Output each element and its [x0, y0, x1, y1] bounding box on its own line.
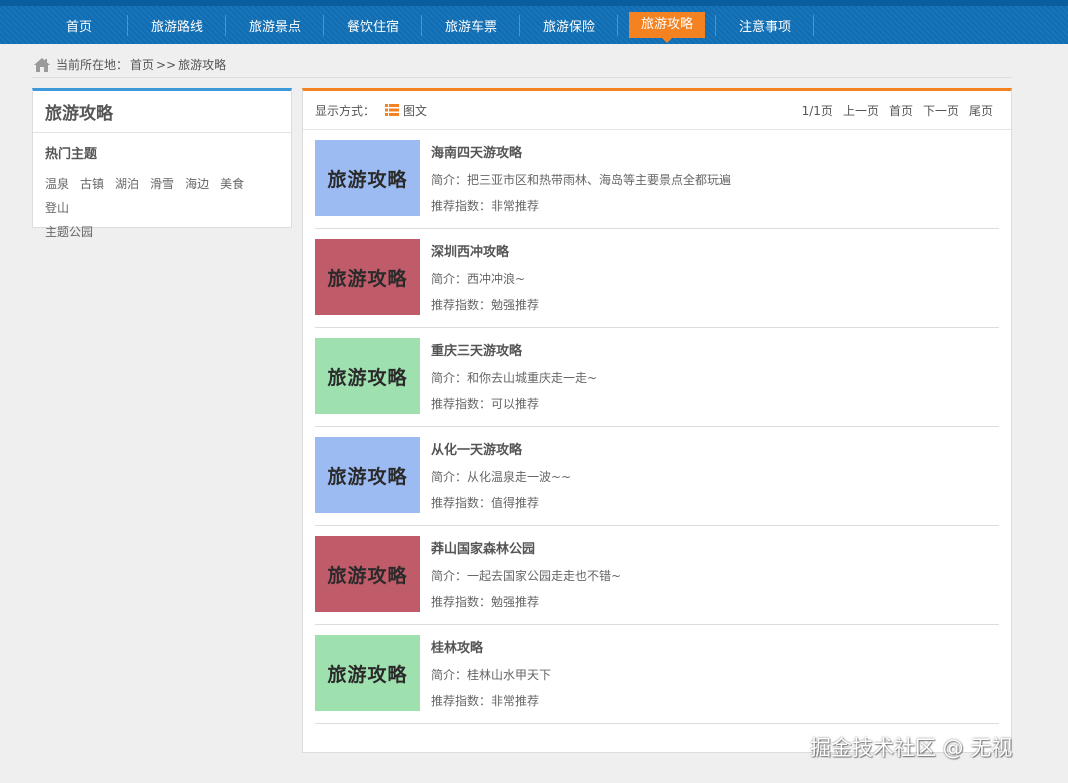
tag-skiing[interactable]: 滑雪: [150, 172, 174, 196]
topic-tags: 温泉 古镇 湖泊 滑雪 海边 美食登山 主题公园: [33, 162, 291, 244]
nav-item-attractions[interactable]: 旅游景点: [226, 6, 324, 44]
guide-thumbnail[interactable]: 旅游攻略: [315, 140, 420, 216]
guide-info: 重庆三天游攻略 简介：和你去山城重庆走一走~ 推荐指数：可以推荐: [431, 342, 597, 414]
list-item[interactable]: 旅游攻略 深圳西冲攻略 简介：西冲冲浪~ 推荐指数：勉强推荐: [315, 229, 999, 328]
nav-item-home[interactable]: 首页: [30, 6, 128, 44]
breadcrumb-separator: >>: [156, 57, 177, 72]
prev-page-link[interactable]: 上一页: [843, 102, 879, 119]
last-page-link[interactable]: 尾页: [969, 102, 993, 119]
nav-item-dining-lodging[interactable]: 餐饮住宿: [324, 6, 422, 44]
sidebar-title: 旅游攻略: [33, 91, 291, 133]
nav-item-label-active: 旅游攻略: [628, 12, 705, 43]
guide-thumbnail[interactable]: 旅游攻略: [315, 338, 420, 414]
guide-description: 简介：把三亚市区和热带雨林、海岛等主要景点全都玩遍: [431, 173, 732, 187]
guide-info: 莽山国家森林公园 简介：一起去国家公园走走也不错~ 推荐指数：勉强推荐: [431, 540, 621, 612]
tag-hot-spring[interactable]: 温泉: [45, 172, 69, 196]
list-view-icon[interactable]: [385, 104, 400, 116]
guide-title[interactable]: 重庆三天游攻略: [431, 342, 597, 362]
breadcrumb-current: 旅游攻略: [178, 58, 227, 72]
guide-title[interactable]: 莽山国家森林公园: [431, 540, 621, 560]
list-item[interactable]: 旅游攻略 莽山国家森林公园 简介：一起去国家公园走走也不错~ 推荐指数：勉强推荐: [315, 526, 999, 625]
nav-item-label: 旅游景点: [248, 19, 301, 35]
tag-food[interactable]: 美食: [220, 172, 244, 196]
guide-thumbnail[interactable]: 旅游攻略: [315, 635, 420, 711]
nav-item-label: 首页: [65, 19, 92, 35]
page-info: 1/1页: [801, 103, 833, 118]
first-page-link[interactable]: 首页: [889, 102, 913, 119]
nav-item-label: 注意事项: [738, 19, 791, 35]
nav-item-insurance[interactable]: 旅游保险: [520, 6, 618, 44]
list-toolbar: 显示方式： 图文 1/1页 上一页 首页 下一页 尾页: [303, 91, 1011, 130]
breadcrumb-home-link[interactable]: 首页: [130, 56, 154, 73]
guide-rating: 推荐指数：勉强推荐: [431, 298, 540, 312]
list-item[interactable]: 旅游攻略 海南四天游攻略 简介：把三亚市区和热带雨林、海岛等主要景点全都玩遍 推…: [315, 130, 999, 229]
nav-item-label: 餐饮住宿: [346, 19, 399, 35]
list-item[interactable]: 旅游攻略 桂林攻略 简介：桂林山水甲天下 推荐指数：非常推荐: [315, 625, 999, 724]
breadcrumb: 当前所在地： 首页 >> 旅游攻略: [32, 52, 1012, 78]
guide-rating: 推荐指数：非常推荐: [431, 199, 540, 213]
sidebar: 旅游攻略 热门主题 温泉 古镇 湖泊 滑雪 海边 美食登山 主题公园: [32, 88, 292, 239]
top-nav: 首页 旅游路线 旅游景点 餐饮住宿 旅游车票 旅游保险 旅游攻略 注意事项: [0, 0, 1068, 44]
guide-thumbnail[interactable]: 旅游攻略: [315, 437, 420, 513]
tag-hiking[interactable]: 登山: [45, 196, 69, 220]
display-mode: 显示方式： 图文: [315, 102, 427, 119]
guide-description: 简介：桂林山水甲天下: [431, 668, 552, 682]
tag-theme-park[interactable]: 主题公园: [45, 220, 93, 244]
guide-description: 简介：一起去国家公园走走也不错~: [431, 569, 622, 583]
display-mode-label: 显示方式：: [315, 103, 376, 118]
nav-item-guides[interactable]: 旅游攻略: [618, 6, 716, 44]
guide-info: 海南四天游攻略 简介：把三亚市区和热带雨林、海岛等主要景点全都玩遍 推荐指数：非…: [431, 144, 731, 216]
list-item[interactable]: 旅游攻略 重庆三天游攻略 简介：和你去山城重庆走一走~ 推荐指数：可以推荐: [315, 328, 999, 427]
guide-info: 从化一天游攻略 简介：从化温泉走一波~~ 推荐指数：值得推荐: [431, 441, 571, 513]
pager: 1/1页 上一页 首页 下一页 尾页: [802, 102, 993, 119]
list-item[interactable]: 旅游攻略 从化一天游攻略 简介：从化温泉走一波~~ 推荐指数：值得推荐: [315, 427, 999, 526]
guide-description: 简介：和你去山城重庆走一走~: [431, 371, 598, 385]
guide-title[interactable]: 海南四天游攻略: [431, 144, 731, 164]
guide-thumbnail[interactable]: 旅游攻略: [315, 536, 420, 612]
guide-rating: 推荐指数：非常推荐: [431, 694, 540, 708]
tag-seaside[interactable]: 海边: [185, 172, 209, 196]
nav-item-tickets[interactable]: 旅游车票: [422, 6, 520, 44]
guide-title[interactable]: 桂林攻略: [431, 639, 551, 659]
tag-lakes[interactable]: 湖泊: [115, 172, 139, 196]
guide-description: 简介：西冲冲浪~: [431, 272, 526, 286]
guide-info: 深圳西冲攻略 简介：西冲冲浪~ 推荐指数：勉强推荐: [431, 243, 539, 315]
next-page-link[interactable]: 下一页: [923, 102, 959, 119]
guide-info: 桂林攻略 简介：桂林山水甲天下 推荐指数：非常推荐: [431, 639, 551, 711]
guide-title[interactable]: 从化一天游攻略: [431, 441, 571, 461]
guide-list: 旅游攻略 海南四天游攻略 简介：把三亚市区和热带雨林、海岛等主要景点全都玩遍 推…: [303, 130, 1011, 724]
guide-rating: 推荐指数：可以推荐: [431, 397, 540, 411]
guide-thumbnail[interactable]: 旅游攻略: [315, 239, 420, 315]
guide-rating: 推荐指数：勉强推荐: [431, 595, 540, 609]
nav-item-label: 旅游车票: [444, 19, 497, 35]
display-mode-value[interactable]: 图文: [403, 102, 427, 119]
tag-ancient-town[interactable]: 古镇: [80, 172, 104, 196]
main-panel: 显示方式： 图文 1/1页 上一页 首页 下一页 尾页 旅游攻略 海南四天游攻略…: [302, 88, 1012, 753]
guide-rating: 推荐指数：值得推荐: [431, 496, 540, 510]
nav-item-label: 旅游路线: [150, 19, 203, 35]
nav-item-notes[interactable]: 注意事项: [716, 6, 814, 44]
sidebar-subtitle: 热门主题: [45, 147, 98, 162]
nav-item-label: 旅游保险: [542, 19, 595, 35]
nav-item-routes[interactable]: 旅游路线: [128, 6, 226, 44]
guide-description: 简介：从化温泉走一波~~: [431, 470, 572, 484]
watermark: 掘金技术社区 @ 无视: [810, 736, 1013, 760]
guide-title[interactable]: 深圳西冲攻略: [431, 243, 539, 263]
nav-list: 首页 旅游路线 旅游景点 餐饮住宿 旅游车票 旅游保险 旅游攻略 注意事项: [30, 6, 814, 44]
home-icon: [34, 57, 50, 72]
breadcrumb-label: 当前所在地：: [56, 58, 129, 72]
